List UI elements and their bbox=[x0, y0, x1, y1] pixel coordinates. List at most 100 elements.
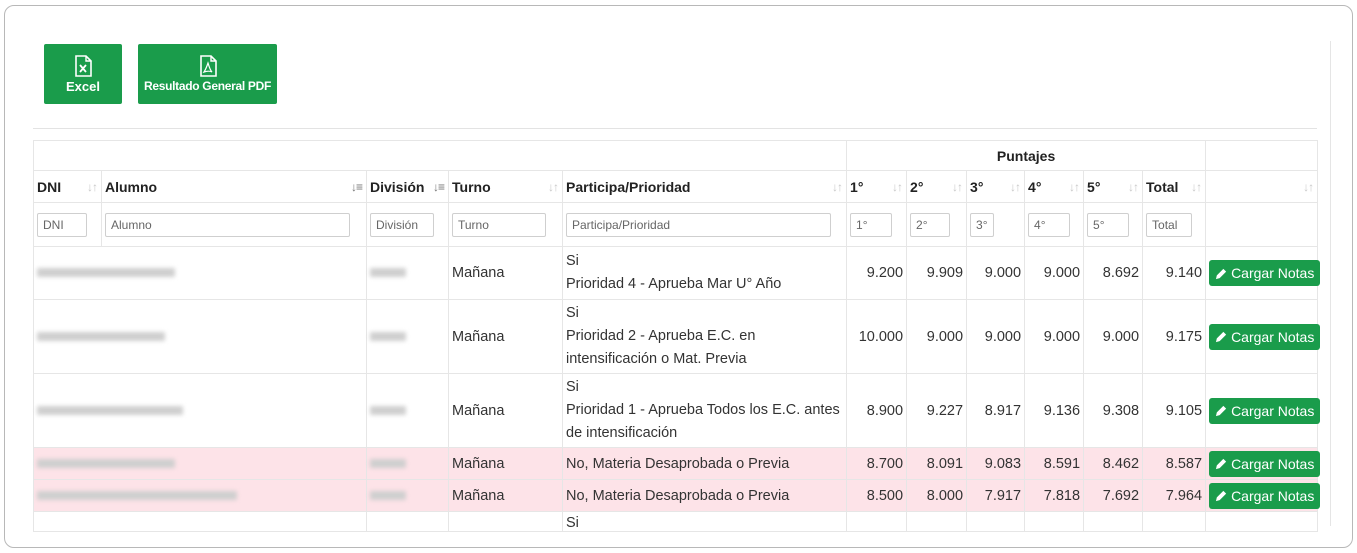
participa-cell: Si Prioridad 4 - Aprueba Mar U° Año bbox=[561, 246, 848, 300]
participa-filter-input[interactable] bbox=[566, 212, 831, 237]
score-3-filter-input[interactable] bbox=[970, 212, 995, 237]
col-header-total[interactable]: Total ↓↑ bbox=[1142, 170, 1207, 203]
turno-cell: Mañana bbox=[448, 246, 563, 300]
sort-icon: ↓↑ bbox=[832, 180, 843, 194]
score-1-cell bbox=[846, 511, 908, 532]
cargar-notas-button[interactable]: Cargar Notas bbox=[1209, 397, 1321, 424]
division-cell bbox=[366, 511, 449, 532]
pencil-icon bbox=[1215, 268, 1227, 279]
redacted-student-name bbox=[37, 458, 175, 468]
score-3-cell bbox=[966, 511, 1026, 532]
table-row: Mañana No, Materia Desaprobada o Previa … bbox=[33, 479, 1321, 512]
redacted-division bbox=[370, 268, 406, 277]
score-3-cell: 9.083 bbox=[966, 447, 1026, 480]
student-name-cell bbox=[33, 447, 367, 480]
pdf-file-icon bbox=[199, 55, 217, 77]
cargar-notas-label: Cargar Notas bbox=[1231, 402, 1315, 419]
total-cell: 9.140 bbox=[1142, 246, 1207, 300]
division-filter-input[interactable] bbox=[370, 212, 434, 237]
turno-filter-input[interactable] bbox=[452, 212, 546, 237]
action-cell: Cargar Notas bbox=[1205, 299, 1321, 374]
col-label-score-2: 2° bbox=[910, 178, 924, 195]
col-label-participa: Participa/Prioridad bbox=[566, 178, 691, 195]
sort-asc-icon: ↓≡ bbox=[432, 180, 445, 194]
toolbar-separator bbox=[33, 128, 1317, 129]
col-label-score-1: 1° bbox=[850, 178, 864, 195]
score-1-cell: 8.700 bbox=[846, 447, 908, 480]
col-header-score-4[interactable]: 4° ↓↑ bbox=[1024, 170, 1085, 203]
col-label-score-4: 4° bbox=[1028, 178, 1042, 195]
col-header-score-5[interactable]: 5° ↓↑ bbox=[1083, 170, 1144, 203]
sort-asc-icon: ↓≡ bbox=[350, 180, 363, 194]
cargar-notas-button[interactable]: Cargar Notas bbox=[1209, 260, 1321, 286]
redacted-student-name bbox=[37, 331, 165, 341]
filter-cell bbox=[1024, 202, 1085, 247]
turno-cell bbox=[448, 511, 563, 532]
sort-icon: ↓↑ bbox=[1069, 180, 1080, 194]
col-header-score-2[interactable]: 2° ↓↑ bbox=[906, 170, 968, 203]
col-header-participa[interactable]: Participa/Prioridad ↓↑ bbox=[561, 170, 848, 203]
col-label-alumno: Alumno bbox=[105, 178, 158, 195]
filter-cell bbox=[1205, 202, 1319, 247]
col-header-turno[interactable]: Turno ↓↑ bbox=[448, 170, 563, 203]
total-filter-input[interactable] bbox=[1146, 212, 1193, 237]
col-label-turno: Turno bbox=[452, 178, 491, 195]
filter-cell bbox=[101, 202, 367, 247]
score-4-cell: 9.000 bbox=[1024, 299, 1085, 374]
score-2-filter-input[interactable] bbox=[910, 212, 951, 237]
filter-cell bbox=[448, 202, 563, 247]
alumno-filter-input[interactable] bbox=[105, 212, 350, 237]
col-header-division[interactable]: División ↓≡ bbox=[366, 170, 449, 203]
redacted-division bbox=[370, 331, 406, 341]
cargar-notas-label: Cargar Notas bbox=[1231, 487, 1315, 504]
score-3-cell: 8.917 bbox=[966, 373, 1026, 448]
pencil-icon bbox=[1215, 405, 1227, 417]
division-cell bbox=[366, 479, 449, 512]
group-header-row: Puntajes bbox=[32, 140, 1319, 171]
score-3-cell: 7.917 bbox=[966, 479, 1026, 512]
cargar-notas-label: Cargar Notas bbox=[1231, 265, 1315, 281]
results-table: Puntajes DNI ↓↑ Alumno ↓≡ División ↓≡ Turno… bbox=[32, 140, 1321, 532]
participa-cell: No, Materia Desaprobada o Previa bbox=[561, 479, 848, 512]
panel-divider bbox=[1330, 41, 1331, 526]
cargar-notas-label: Cargar Notas bbox=[1231, 328, 1315, 345]
excel-export-button[interactable]: Excel bbox=[44, 44, 122, 104]
col-label-score-3: 3° bbox=[970, 178, 984, 195]
score-2-cell bbox=[906, 511, 968, 532]
content-panel: Excel Resultado General PDF Puntajes DNI… bbox=[4, 5, 1353, 548]
total-cell bbox=[1142, 511, 1207, 532]
score-1-filter-input[interactable] bbox=[850, 212, 893, 237]
pdf-report-button[interactable]: Resultado General PDF bbox=[138, 44, 277, 104]
score-4-cell: 7.818 bbox=[1024, 479, 1085, 512]
col-header-score-1[interactable]: 1° ↓↑ bbox=[846, 170, 908, 203]
col-header-dni[interactable]: DNI ↓↑ bbox=[33, 170, 102, 203]
cargar-notas-button[interactable]: Cargar Notas bbox=[1209, 450, 1321, 477]
score-4-cell: 8.591 bbox=[1024, 447, 1085, 480]
cargar-notas-button[interactable]: Cargar Notas bbox=[1209, 482, 1321, 509]
col-header-action[interactable]: ↓↑ bbox=[1205, 170, 1319, 203]
group-header-action-spacer bbox=[1205, 140, 1319, 171]
score-5-cell: 9.000 bbox=[1083, 299, 1144, 374]
score-5-filter-input[interactable] bbox=[1087, 212, 1130, 237]
student-name-cell bbox=[33, 373, 367, 448]
col-header-score-3[interactable]: 3° ↓↑ bbox=[966, 170, 1026, 203]
col-label-total: Total bbox=[1146, 178, 1179, 195]
division-cell bbox=[366, 447, 449, 480]
participa-cell: No, Materia Desaprobada o Previa bbox=[561, 447, 848, 480]
score-3-cell: 9.000 bbox=[966, 299, 1026, 374]
excel-button-label: Excel bbox=[66, 78, 100, 94]
prioridad-value: Prioridad 2 - Aprueba E.C. en intensific… bbox=[566, 328, 756, 367]
col-header-alumno[interactable]: Alumno ↓≡ bbox=[101, 170, 367, 203]
score-3-cell: 9.000 bbox=[966, 246, 1026, 300]
redacted-division bbox=[370, 458, 406, 468]
cargar-notas-button[interactable]: Cargar Notas bbox=[1209, 323, 1321, 350]
filter-cell bbox=[906, 202, 968, 247]
cargar-notas-label: Cargar Notas bbox=[1231, 455, 1315, 472]
score-1-cell: 8.500 bbox=[846, 479, 908, 512]
prioridad-value: Prioridad 1 - Aprueba Todos los E.C. ant… bbox=[566, 402, 840, 441]
dni-filter-input[interactable] bbox=[37, 212, 87, 237]
total-cell: 9.175 bbox=[1142, 299, 1207, 374]
participa-cell: Si Prioridad 2 - Aprueba E.C. en intensif… bbox=[561, 299, 848, 374]
score-4-filter-input[interactable] bbox=[1028, 212, 1071, 237]
score-4-cell: 9.000 bbox=[1024, 246, 1085, 300]
